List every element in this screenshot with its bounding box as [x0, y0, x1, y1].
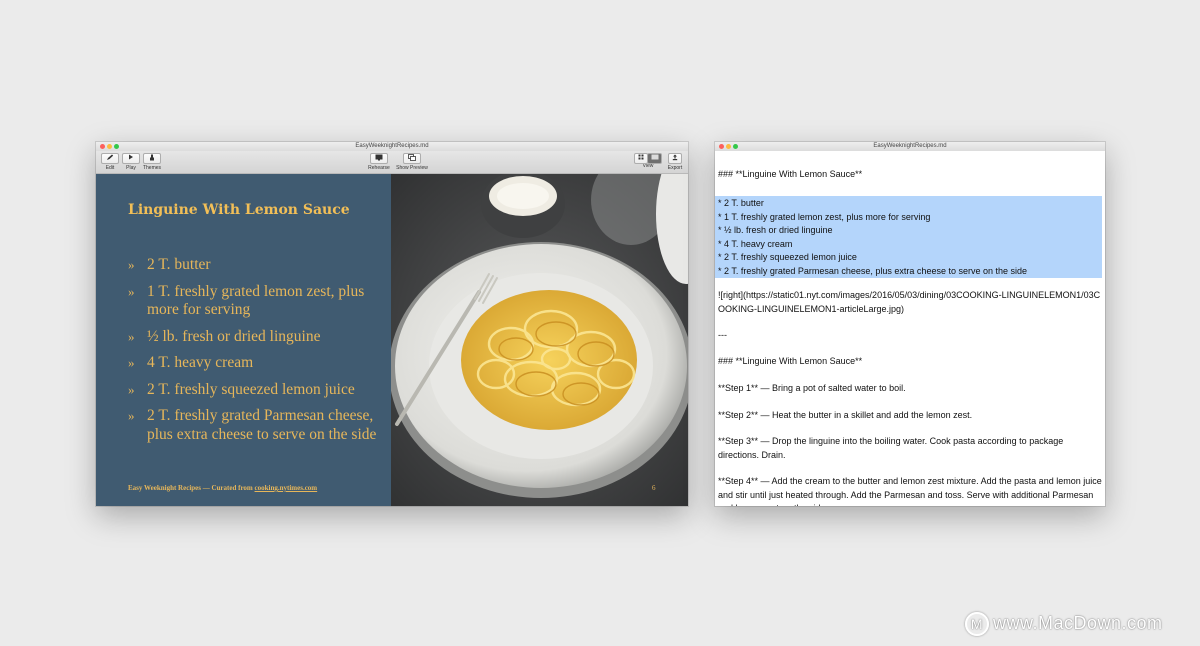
markdown-step: **Step 4** — Add the cream to the butter… [718, 476, 1102, 506]
list-item: * ½ lb. fresh or dried linguine [718, 225, 833, 235]
markdown-heading: ### **Linguine With Lemon Sauce** [718, 356, 863, 366]
source-link[interactable]: cooking.nytimes.com [255, 484, 318, 492]
preview-icon [403, 153, 421, 164]
rehearse-button[interactable]: Rehearse [365, 153, 393, 171]
markdown-text-area[interactable]: ### **Linguine With Lemon Sauce** * 2 T.… [715, 152, 1105, 506]
edit-button[interactable]: Edit [100, 153, 120, 171]
presentation-titlebar: EasyWeeknightRecipes.md [96, 142, 688, 151]
window-title: EasyWeeknightRecipes.md [873, 143, 947, 149]
brush-icon [143, 153, 161, 164]
close-window-button[interactable] [100, 144, 105, 149]
close-window-button[interactable] [719, 144, 724, 149]
markdown-separator: --- [718, 330, 727, 340]
bullet-marker: » [128, 328, 135, 344]
markdown-heading: ### **Linguine With Lemon Sauce** [718, 169, 863, 179]
themes-button[interactable]: Themes [142, 153, 162, 171]
presentation-window: EasyWeeknightRecipes.md Edit Play Themes… [96, 142, 688, 506]
slide-canvas: Linguine With Lemon Sauce » 2 T. butter »… [96, 174, 688, 506]
markdown-step: **Step 2** — Heat the butter in a skille… [718, 410, 973, 420]
selected-ingredient-lines: * 2 T. butter * 1 T. freshly grated lemo… [718, 197, 1102, 278]
zoom-window-button[interactable] [733, 144, 738, 149]
bullet-marker: » [128, 381, 135, 397]
bullet-marker: » [128, 408, 135, 423]
markdown-step: **Step 3** — Drop the linguine into the … [718, 436, 1064, 460]
list-item: * 4 T. heavy cream [718, 238, 793, 249]
pencil-icon [101, 153, 119, 164]
show-preview-button[interactable]: Show Preview [394, 153, 430, 171]
minimize-window-button[interactable] [726, 144, 731, 149]
editor-window: EasyWeeknightRecipes.md ### **Linguine W… [715, 142, 1105, 506]
bullet-marker: » [128, 257, 135, 272]
grid-view-icon[interactable] [634, 153, 648, 164]
site-watermark: Mwww.MacDown.com [965, 612, 1163, 636]
list-item: » 2 T. freshly grated Parmesan cheese, pl… [128, 407, 377, 443]
list-item: * 2 T. butter [718, 198, 764, 208]
pasta-photo [391, 174, 688, 506]
slide-text-panel: Linguine With Lemon Sauce » 2 T. butter »… [96, 174, 391, 506]
slide-title: Linguine With Lemon Sauce [128, 202, 350, 218]
list-item: * 2 T. freshly squeezed lemon juice [718, 252, 857, 262]
zoom-window-button[interactable] [114, 144, 119, 149]
play-icon [122, 153, 140, 164]
window-title: EasyWeeknightRecipes.md [355, 143, 429, 149]
editor-titlebar: EasyWeeknightRecipes.md [715, 142, 1105, 151]
list-item: » 4 T. heavy cream [128, 354, 254, 371]
list-item: * 1 T. freshly grated lemon zest, plus m… [718, 211, 931, 222]
list-item: » ½ lb. fresh or dried linguine [128, 327, 321, 345]
list-item: » 2 T. butter [128, 256, 211, 273]
minimize-window-button[interactable] [107, 144, 112, 149]
play-button[interactable]: Play [121, 153, 141, 171]
export-button[interactable]: Export [664, 153, 686, 171]
ingredient-list: » 2 T. butter » 1 T. freshly grated lemon … [128, 256, 386, 452]
rehearse-icon [370, 153, 388, 164]
bullet-marker: » [128, 355, 135, 370]
view-control[interactable]: View [634, 153, 662, 169]
share-icon [668, 153, 682, 164]
presentation-toolbar: Edit Play Themes Rehearse Show Preview V… [96, 151, 688, 174]
list-item: » 1 T. freshly grated lemon zest, plus mo… [128, 282, 365, 319]
slide-footer: Easy Weeknight Recipes — Curated from co… [128, 484, 318, 492]
list-item: * 2 T. freshly grated Parmesan cheese, p… [718, 265, 1028, 276]
macdown-logo-icon: M [965, 612, 989, 636]
slide-view-icon[interactable] [647, 153, 662, 164]
markdown-image-line: ![right](https://static01.nyt.com/images… [718, 290, 1101, 314]
slide-page-number: 6 [652, 484, 656, 492]
list-item: » 2 T. freshly squeezed lemon juice [128, 380, 355, 398]
bullet-marker: » [128, 283, 135, 299]
markdown-step: **Step 1** — Bring a pot of salted water… [718, 383, 906, 393]
